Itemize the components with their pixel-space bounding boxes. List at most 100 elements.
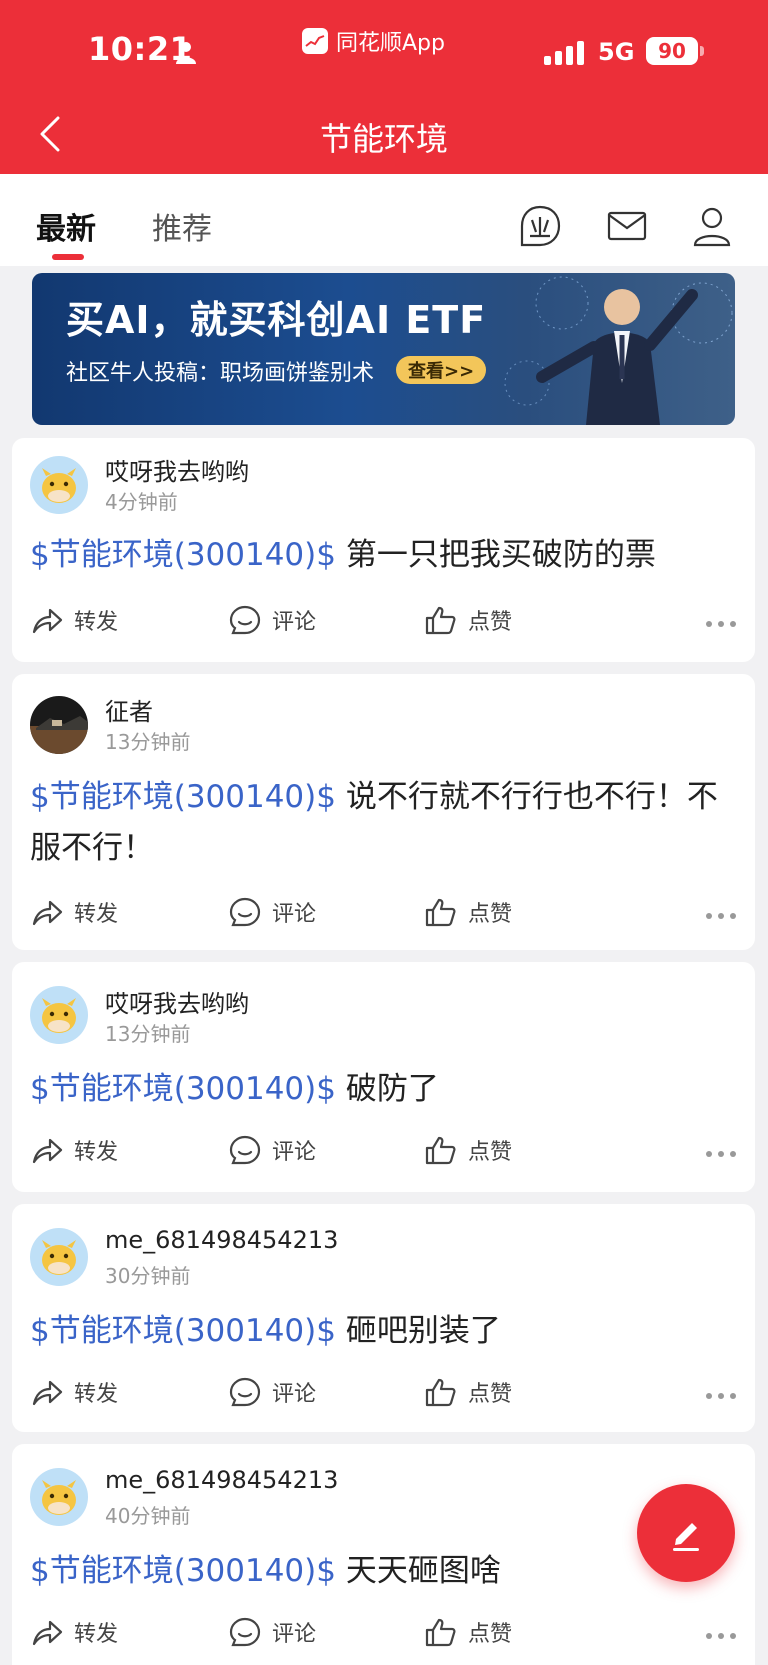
- thumbs-up-icon: [425, 606, 456, 635]
- username[interactable]: 征者: [105, 692, 153, 727]
- battery-level: 90: [658, 39, 686, 63]
- like-button[interactable]: 点赞: [424, 1616, 512, 1648]
- stock-link[interactable]: $节能环境(300140)$: [30, 1313, 336, 1349]
- post-time: 30分钟前: [105, 1264, 191, 1288]
- pencil-icon: [673, 1523, 699, 1551]
- stock-link[interactable]: $节能环境(300140)$: [30, 1071, 336, 1107]
- post-text: 砸吧别装了: [335, 1313, 501, 1349]
- thumbs-up-icon: [425, 898, 456, 927]
- person-icon: [176, 42, 196, 64]
- share-label: 转发: [74, 1140, 119, 1165]
- share-label: 转发: [74, 902, 119, 927]
- like-label: 点赞: [468, 1382, 513, 1407]
- cow-avatar[interactable]: [30, 1468, 88, 1526]
- tab-recommended[interactable]: 推荐: [152, 204, 212, 248]
- comment-button[interactable]: 评论: [228, 604, 316, 636]
- tab-latest[interactable]: 最新: [36, 204, 96, 248]
- post-content: $节能环境(300140)$ 天天砸图啥: [30, 1546, 740, 1597]
- more-icon[interactable]: [705, 620, 737, 628]
- like-button[interactable]: 点赞: [424, 604, 512, 636]
- username[interactable]: 哎呀我去哟哟: [105, 984, 249, 1019]
- comment-label: 评论: [272, 1382, 317, 1407]
- mail-icon[interactable]: [605, 204, 649, 248]
- comment-button[interactable]: 评论: [228, 896, 316, 928]
- post-time: 13分钟前: [105, 1022, 191, 1046]
- share-icon: [32, 900, 63, 926]
- network-label: 5G: [598, 38, 635, 66]
- cow-avatar[interactable]: [30, 1228, 88, 1286]
- banner-view-button[interactable]: 查看>>: [396, 356, 487, 384]
- compose-button[interactable]: [637, 1484, 735, 1582]
- post-content: $节能环境(300140)$ 第一只把我买破防的票: [30, 530, 740, 581]
- topic-icon[interactable]: [518, 204, 562, 248]
- app-logo-icon: [302, 28, 328, 54]
- cow-avatar[interactable]: [30, 986, 88, 1044]
- share-label: 转发: [74, 1382, 119, 1407]
- comment-label: 评论: [272, 902, 317, 927]
- post-card[interactable]: 哎呀我去哟哟 4分钟前 $节能环境(300140)$ 第一只把我买破防的票 转发…: [12, 438, 755, 662]
- share-icon: [32, 608, 63, 634]
- share-button[interactable]: 转发: [30, 604, 118, 636]
- share-label: 转发: [74, 610, 119, 635]
- battery-nub: [700, 46, 704, 56]
- stock-link[interactable]: $节能环境(300140)$: [30, 779, 336, 815]
- signal-icon: [544, 41, 584, 65]
- username[interactable]: 哎呀我去哟哟: [105, 452, 249, 487]
- thumbs-up-icon: [425, 1618, 456, 1647]
- tab-bar: 最新 推荐: [0, 174, 768, 266]
- comment-icon: [229, 605, 261, 635]
- like-label: 点赞: [468, 1140, 513, 1165]
- comment-button[interactable]: 评论: [228, 1616, 316, 1648]
- app-indicator[interactable]: 同花顺App: [302, 26, 445, 56]
- thumbs-up-icon: [425, 1136, 456, 1165]
- comment-button[interactable]: 评论: [228, 1134, 316, 1166]
- comment-label: 评论: [272, 1140, 317, 1165]
- post-text: 破防了: [335, 1071, 439, 1107]
- more-icon[interactable]: [705, 1150, 737, 1158]
- stock-link[interactable]: $节能环境(300140)$: [30, 537, 336, 573]
- promo-banner[interactable]: 买AI，就买科创AI ETF 社区牛人投稿：职场画饼鉴别术 查看>>: [32, 273, 735, 425]
- share-label: 转发: [74, 1622, 119, 1647]
- like-button[interactable]: 点赞: [424, 1376, 512, 1408]
- comment-icon: [229, 897, 261, 927]
- share-button[interactable]: 转发: [30, 1376, 118, 1408]
- page-title: 节能环境: [319, 120, 448, 158]
- profile-icon[interactable]: [690, 204, 734, 248]
- top-header: 10:21 同花顺App 5G 90 节能环境: [0, 0, 768, 174]
- active-tab-indicator: [52, 254, 84, 260]
- share-button[interactable]: 转发: [30, 1616, 118, 1648]
- thumbs-up-icon: [425, 1378, 456, 1407]
- post-content: $节能环境(300140)$ 破防了: [30, 1064, 740, 1115]
- post-text: 第一只把我买破防的票: [335, 537, 656, 573]
- post-time: 40分钟前: [105, 1504, 191, 1528]
- username[interactable]: me_681498454213: [105, 1226, 338, 1254]
- post-time: 4分钟前: [105, 490, 178, 514]
- comment-button[interactable]: 评论: [228, 1376, 316, 1408]
- like-label: 点赞: [468, 1622, 513, 1647]
- post-content: $节能环境(300140)$ 砸吧别装了: [30, 1306, 740, 1357]
- share-icon: [32, 1380, 63, 1406]
- post-card[interactable]: 哎呀我去哟哟 13分钟前 $节能环境(300140)$ 破防了 转发 评论 点赞: [12, 962, 755, 1192]
- banner-subtitle: 社区牛人投稿：职场画饼鉴别术: [66, 361, 375, 386]
- like-button[interactable]: 点赞: [424, 1134, 512, 1166]
- more-icon[interactable]: [705, 1632, 737, 1640]
- cow-avatar[interactable]: [30, 456, 88, 514]
- more-icon[interactable]: [705, 912, 737, 920]
- comment-icon: [229, 1135, 261, 1165]
- comment-icon: [229, 1617, 261, 1647]
- battery-icon: 90: [646, 37, 698, 65]
- share-button[interactable]: 转发: [30, 896, 118, 928]
- photo-avatar[interactable]: [30, 696, 88, 754]
- post-card[interactable]: me_681498454213 30分钟前 $节能环境(300140)$ 砸吧别…: [12, 1204, 755, 1432]
- like-button[interactable]: 点赞: [424, 896, 512, 928]
- share-icon: [32, 1620, 63, 1646]
- app-name: 同花顺App: [336, 31, 445, 56]
- stock-link[interactable]: $节能环境(300140)$: [30, 1553, 336, 1589]
- share-icon: [32, 1138, 63, 1164]
- post-card[interactable]: 征者 13分钟前 $节能环境(300140)$ 说不行就不行行也不行！不服不行！…: [12, 674, 755, 950]
- post-time: 13分钟前: [105, 730, 191, 754]
- more-icon[interactable]: [705, 1392, 737, 1400]
- banner-illustration: [504, 276, 733, 425]
- username[interactable]: me_681498454213: [105, 1466, 338, 1494]
- share-button[interactable]: 转发: [30, 1134, 118, 1166]
